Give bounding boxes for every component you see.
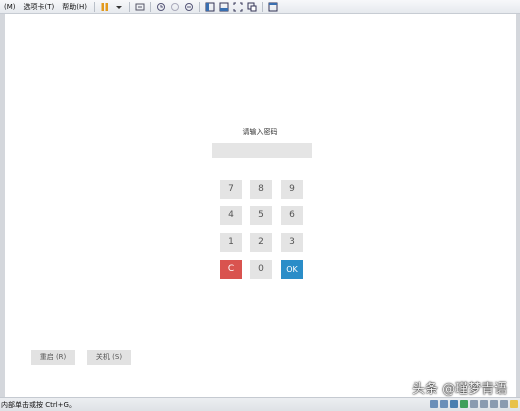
- toolbar-separator: [199, 1, 200, 12]
- shutdown-button[interactable]: 关机 (S): [87, 350, 131, 365]
- menu-help[interactable]: 帮助(H): [58, 0, 91, 14]
- send-ctrl-alt-del-icon[interactable]: [134, 1, 146, 13]
- printer-icon[interactable]: [490, 400, 498, 408]
- unity-icon[interactable]: [246, 1, 258, 13]
- device-tray: [428, 400, 518, 408]
- console-view-icon[interactable]: [267, 1, 279, 13]
- sound-icon[interactable]: [480, 400, 488, 408]
- key-0[interactable]: 0: [250, 260, 272, 279]
- watermark-text: 头条 @瑾梦青语: [412, 382, 508, 397]
- usb-icon[interactable]: [470, 400, 478, 408]
- menu-vm[interactable]: (M): [0, 0, 20, 14]
- display-icon[interactable]: [500, 400, 508, 408]
- password-prompt: 请输入密码: [242, 128, 278, 136]
- fullscreen-icon[interactable]: [232, 1, 244, 13]
- thumbnail-bar-icon[interactable]: [218, 1, 230, 13]
- show-library-icon[interactable]: [204, 1, 216, 13]
- snapshot-icon[interactable]: [155, 1, 167, 13]
- key-9[interactable]: 9: [281, 180, 303, 199]
- network-icon[interactable]: [450, 400, 458, 408]
- hard-disk-icon[interactable]: [430, 400, 438, 408]
- key-8[interactable]: 8: [250, 180, 272, 199]
- hard-disk-icon[interactable]: [440, 400, 448, 408]
- key-3[interactable]: 3: [281, 233, 303, 252]
- message-icon[interactable]: [510, 400, 518, 408]
- toolbar-separator: [262, 1, 263, 12]
- key-1[interactable]: 1: [220, 233, 242, 252]
- vm-toolbar: (M) 选项卡(T) 帮助(H): [0, 0, 520, 14]
- key-5[interactable]: 5: [250, 206, 272, 225]
- toolbar-separator: [150, 1, 151, 12]
- status-text: 内部单击或按 Ctrl+G。: [1, 400, 76, 409]
- key-clear[interactable]: C: [220, 260, 242, 279]
- toolbar-separator: [94, 1, 95, 12]
- key-4[interactable]: 4: [220, 206, 242, 225]
- password-input[interactable]: [212, 143, 312, 158]
- key-ok[interactable]: OK: [281, 260, 303, 279]
- revert-snapshot-icon[interactable]: [169, 1, 181, 13]
- key-6[interactable]: 6: [281, 206, 303, 225]
- menu-tabs[interactable]: 选项卡(T): [20, 0, 59, 14]
- snapshot-manager-icon[interactable]: [183, 1, 195, 13]
- restart-button[interactable]: 重启 (R): [31, 350, 75, 365]
- key-7[interactable]: 7: [220, 180, 242, 199]
- key-2[interactable]: 2: [250, 233, 272, 252]
- status-bar: 内部单击或按 Ctrl+G。: [0, 397, 520, 411]
- dropdown-arrow-icon[interactable]: [113, 1, 125, 13]
- toolbar-separator: [129, 1, 130, 12]
- cd-rom-icon[interactable]: [460, 400, 468, 408]
- pause-icon[interactable]: [99, 1, 111, 13]
